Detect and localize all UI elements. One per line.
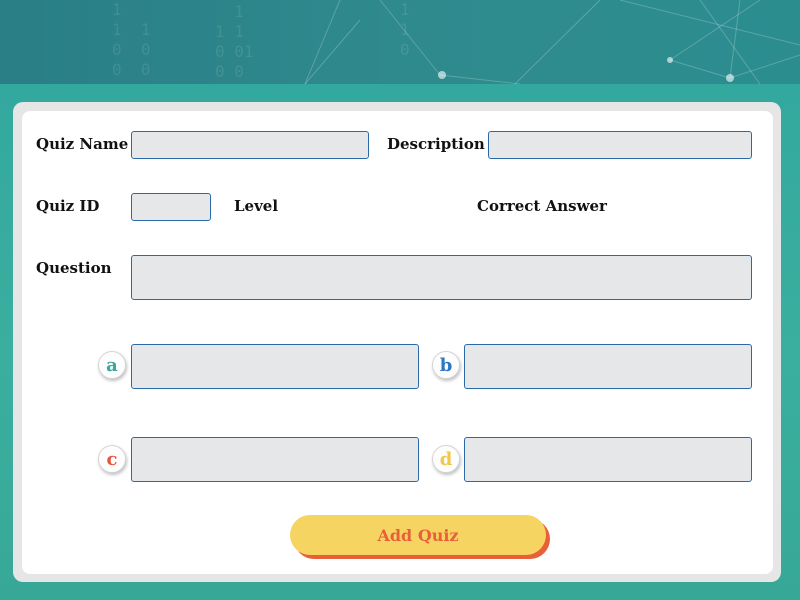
option-letter: c — [106, 448, 118, 470]
option-d-input[interactable] — [464, 437, 752, 482]
description-label: Description — [387, 135, 485, 153]
level-label: Level — [234, 197, 279, 215]
binary-code-decoration: 1 1 1 0 01 0 0 — [215, 2, 254, 81]
quiz-id-label: Quiz ID — [36, 197, 100, 215]
quiz-form-card — [22, 111, 773, 574]
option-a-badge: a — [98, 351, 126, 379]
option-d-badge: d — [432, 445, 460, 473]
description-input[interactable] — [488, 131, 752, 159]
question-input[interactable] — [131, 255, 752, 300]
correct-answer-label: Correct Answer — [477, 197, 607, 215]
binary-code-decoration: 1 1 0 — [400, 0, 410, 59]
add-quiz-button[interactable]: Add Quiz — [290, 515, 546, 555]
option-c-badge: c — [98, 445, 126, 473]
option-letter: d — [439, 448, 453, 470]
binary-code-decoration: 1 1 1 0 0 0 0 — [112, 0, 151, 79]
quiz-name-label: Quiz Name — [36, 135, 129, 153]
option-b-badge: b — [432, 351, 460, 379]
quiz-name-input[interactable] — [131, 131, 369, 159]
option-a-input[interactable] — [131, 344, 419, 389]
option-letter: b — [439, 354, 453, 376]
option-c-input[interactable] — [131, 437, 419, 482]
option-letter: a — [106, 354, 118, 376]
quiz-id-input[interactable] — [131, 193, 211, 221]
question-label: Question — [36, 259, 112, 277]
option-b-input[interactable] — [464, 344, 752, 389]
